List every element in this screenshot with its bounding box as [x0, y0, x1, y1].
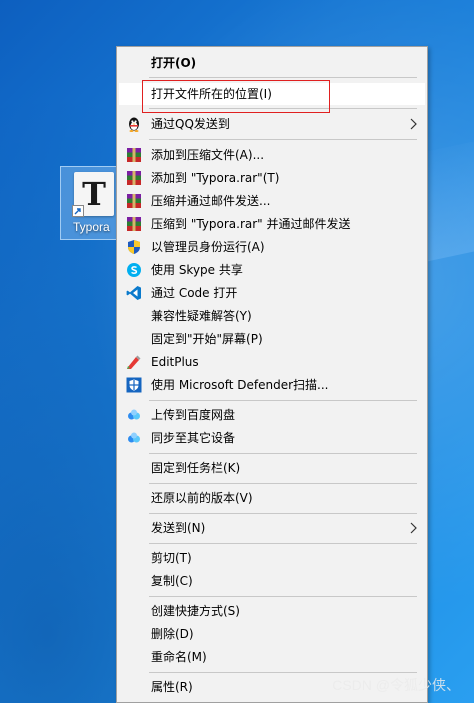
- winrar-icon: [127, 171, 141, 185]
- winrar-icon: [127, 148, 141, 162]
- menu-item-send-via-qq[interactable]: 通过QQ发送到: [119, 113, 425, 135]
- menu-item-editplus[interactable]: EditPlus: [119, 351, 425, 373]
- menu-item-create-shortcut[interactable]: 创建快捷方式(S): [119, 600, 425, 622]
- menu-separator: [149, 453, 417, 454]
- menu-item-label: 创建快捷方式(S): [151, 604, 240, 618]
- menu-item-open[interactable]: 打开(O): [119, 52, 425, 74]
- defender-shield-icon: [126, 377, 142, 393]
- menu-item-label: 添加到压缩文件(A)...: [151, 148, 265, 162]
- menu-item-label: 复制(C): [151, 574, 193, 588]
- menu-item-sync-to-devices[interactable]: 同步至其它设备: [119, 427, 425, 449]
- qq-penguin-icon: [129, 117, 139, 132]
- menu-item-label: 剪切(T): [151, 551, 192, 565]
- menu-item-cut[interactable]: 剪切(T): [119, 547, 425, 569]
- desktop-icon-label: Typora: [73, 220, 110, 234]
- menu-item-add-to-archive[interactable]: 添加到压缩文件(A)...: [119, 144, 425, 166]
- menu-item-label: 上传到百度网盘: [151, 408, 236, 422]
- baidu-netdisk-icon: [128, 432, 140, 443]
- menu-item-compress-and-email[interactable]: 压缩并通过邮件发送...: [119, 190, 425, 212]
- winrar-icon: [127, 194, 141, 208]
- menu-separator: [149, 596, 417, 597]
- shortcut-arrow-icon: [72, 205, 84, 217]
- menu-item-compress-to-typora-rar-and-email[interactable]: 压缩到 "Typora.rar" 并通过邮件发送: [119, 213, 425, 235]
- menu-item-label: 同步至其它设备: [151, 431, 236, 445]
- menu-item-label: 固定到"开始"屏幕(P): [151, 332, 263, 346]
- menu-item-label: 通过QQ发送到: [151, 117, 230, 131]
- menu-item-pin-to-start[interactable]: 固定到"开始"屏幕(P): [119, 328, 425, 350]
- menu-item-open-file-location[interactable]: 打开文件所在的位置(I): [119, 83, 425, 105]
- menu-item-label: 固定到任务栏(K): [151, 461, 241, 475]
- menu-item-label: 通过 Code 打开: [151, 286, 238, 300]
- menu-item-label: 打开文件所在的位置(I): [151, 87, 272, 101]
- menu-separator: [149, 672, 417, 673]
- menu-separator: [149, 139, 417, 140]
- menu-item-share-with-skype[interactable]: 使用 Skype 共享: [119, 259, 425, 281]
- menu-item-restore-previous-versions[interactable]: 还原以前的版本(V): [119, 487, 425, 509]
- menu-item-label: 添加到 "Typora.rar"(T): [151, 171, 280, 185]
- menu-separator: [149, 108, 417, 109]
- menu-separator: [149, 543, 417, 544]
- menu-item-defender-scan[interactable]: 使用 Microsoft Defender扫描...: [119, 374, 425, 396]
- uac-shield-icon: [128, 240, 140, 254]
- menu-item-label: 压缩并通过邮件发送...: [151, 194, 271, 208]
- menu-item-rename[interactable]: 重命名(M): [119, 646, 425, 668]
- menu-item-label: 属性(R): [151, 680, 193, 694]
- menu-item-label: 发送到(N): [151, 521, 206, 535]
- menu-item-run-as-admin[interactable]: 以管理员身份运行(A): [119, 236, 425, 258]
- chevron-right-icon: [410, 118, 417, 130]
- winrar-icon: [127, 217, 141, 231]
- menu-item-label: 压缩到 "Typora.rar" 并通过邮件发送: [151, 217, 351, 231]
- menu-separator: [149, 513, 417, 514]
- menu-item-label: 使用 Microsoft Defender扫描...: [151, 378, 329, 392]
- chevron-right-icon: [410, 522, 417, 534]
- menu-item-label: 重命名(M): [151, 650, 207, 664]
- menu-item-pin-to-taskbar[interactable]: 固定到任务栏(K): [119, 457, 425, 479]
- menu-item-upload-baidu-netdisk[interactable]: 上传到百度网盘: [119, 404, 425, 426]
- menu-item-delete[interactable]: 删除(D): [119, 623, 425, 645]
- menu-item-label: 兼容性疑难解答(Y): [151, 309, 252, 323]
- editplus-icon: [127, 355, 141, 369]
- menu-separator: [149, 483, 417, 484]
- menu-item-troubleshoot-compatibility[interactable]: 兼容性疑难解答(Y): [119, 305, 425, 327]
- menu-item-label: 还原以前的版本(V): [151, 491, 253, 505]
- baidu-netdisk-icon: [128, 409, 140, 420]
- menu-item-label: 打开(O): [151, 56, 197, 70]
- menu-item-label: 以管理员身份运行(A): [151, 240, 265, 254]
- vscode-icon: [126, 286, 141, 300]
- menu-item-label: 删除(D): [151, 627, 194, 641]
- csdn-watermark: CSDN @令狐少侠、: [332, 677, 460, 693]
- menu-separator: [149, 400, 417, 401]
- menu-item-label: EditPlus: [151, 355, 199, 369]
- skype-icon: [127, 263, 141, 277]
- menu-item-add-to-typora-rar[interactable]: 添加到 "Typora.rar"(T): [119, 167, 425, 189]
- menu-item-label: 使用 Skype 共享: [151, 263, 243, 277]
- menu-item-copy[interactable]: 复制(C): [119, 570, 425, 592]
- menu-item-open-with-code[interactable]: 通过 Code 打开: [119, 282, 425, 304]
- context-menu: 打开(O) 打开文件所在的位置(I) 通过QQ发送到 添加到压缩文件(A)...…: [116, 46, 428, 703]
- menu-item-send-to[interactable]: 发送到(N): [119, 517, 425, 539]
- menu-separator: [149, 77, 417, 78]
- typora-logo-glyph: T: [82, 175, 106, 213]
